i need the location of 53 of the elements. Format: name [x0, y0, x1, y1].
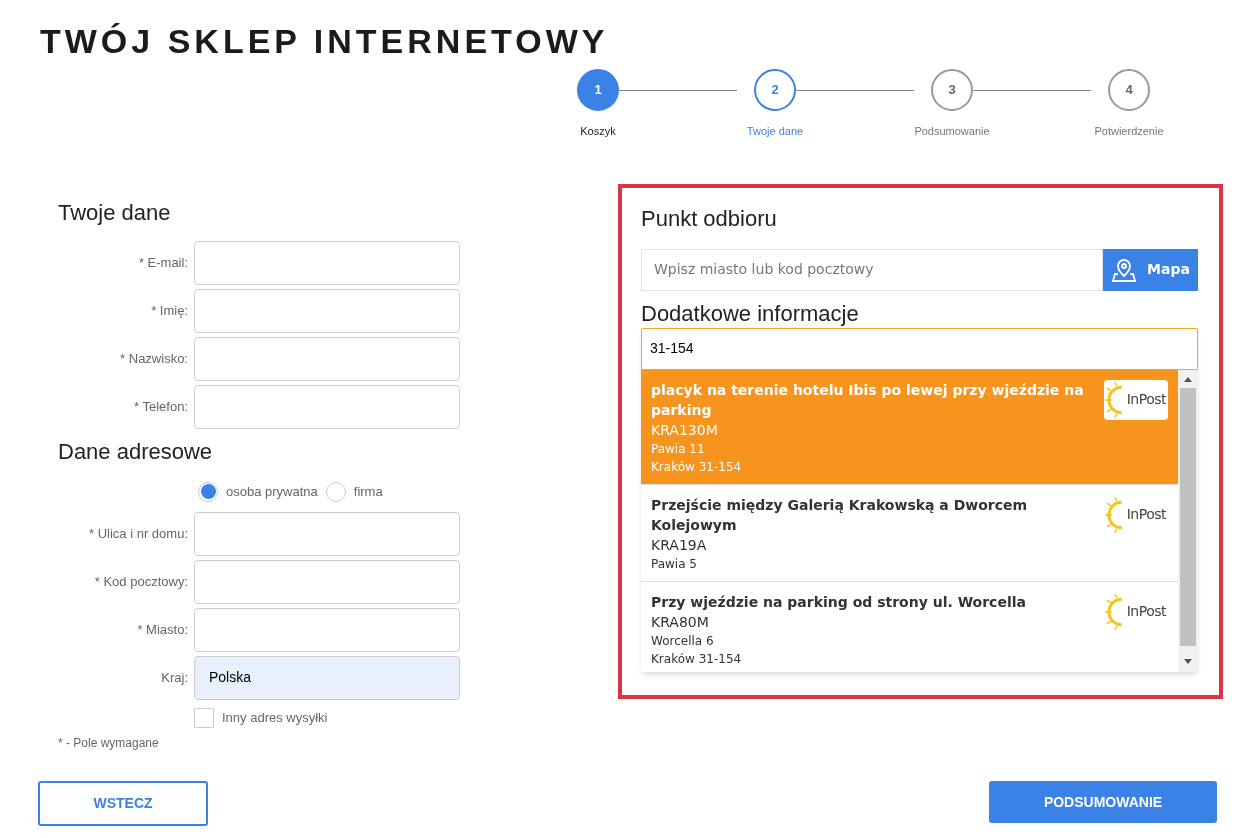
shop-title: TWÓJ SKLEP INTERNETOWY	[40, 21, 609, 62]
point-street: Pawia 11	[651, 440, 706, 458]
input-field[interactable]	[194, 336, 460, 381]
section-heading: Dodatkowe informacje	[641, 300, 860, 327]
step-label: Potwierdzenie	[1094, 124, 1164, 139]
map-button[interactable]: Mapa	[1103, 248, 1198, 291]
input-field[interactable]	[194, 288, 460, 333]
point-street: Pawia 5	[651, 555, 698, 573]
point-city: Kraków 31-154	[651, 458, 743, 476]
field-label: * Imię:	[150, 301, 189, 320]
point-code: KRA19A	[651, 535, 708, 555]
autocomplete-input[interactable]: 31-154	[641, 327, 1198, 370]
scrollbar[interactable]	[1178, 369, 1198, 672]
point-street: Worcella 6	[651, 632, 715, 650]
section-heading: Dane adresowe	[57, 437, 214, 466]
input-field[interactable]	[194, 384, 460, 429]
point-city: Kraków 31-154	[651, 650, 743, 668]
point-code: KRA80M	[651, 612, 710, 632]
section-heading: Punkt odbioru	[641, 204, 778, 233]
section-heading: Twoje dane	[57, 198, 172, 227]
inpost-logo: InPost	[1104, 379, 1168, 420]
pickup-option[interactable]: Przy wjeździe na parking od strony ul. Worcella KRA80M Worcella 6 Kraków 31-154 InPost	[641, 581, 1178, 672]
back-button[interactable]: WSTECZ	[38, 781, 208, 826]
input-field[interactable]	[194, 559, 460, 604]
inpost-logo: InPost	[1104, 591, 1168, 632]
checkbox-option[interactable]: Inny adres wysyłki	[44, 707, 470, 728]
pickup-option[interactable]: placyk na terenie hotelu Ibis po lewej przy wjeździe na parking KRA130M Pawia 11 Kraków 31-154 InPost	[641, 369, 1178, 485]
field-label: Kraj:	[160, 668, 189, 687]
input-field[interactable]: Polska	[194, 655, 460, 700]
point-name: Przejście między Galerią Krakowską a Dworcem Kolejowym	[651, 495, 1029, 535]
inpost-logo: InPost	[1104, 494, 1168, 535]
step-label: Twoje dane	[746, 124, 804, 139]
step-label: Koszyk	[580, 124, 616, 139]
field-label: * Miasto:	[136, 620, 189, 639]
radio-option[interactable]: firma	[325, 481, 383, 502]
point-code: KRA130M	[651, 420, 719, 440]
summary-button[interactable]: PODSUMOWANIE	[989, 781, 1217, 823]
pickup-option[interactable]: Przejście między Galerią Krakowską a Dworcem Kolejowym KRA19A Pawia 5 InPost	[641, 484, 1178, 582]
map-pin-icon	[1111, 256, 1138, 283]
field-label: * Nazwisko:	[119, 349, 189, 368]
input-field[interactable]	[194, 240, 460, 285]
input-field[interactable]	[194, 607, 460, 652]
search-field[interactable]: Wpisz miasto lub kod pocztowy	[641, 248, 1103, 291]
point-name: Przy wjeździe na parking od strony ul. Worcella	[651, 592, 1027, 612]
radio-option[interactable]: osoba prywatna	[198, 481, 318, 502]
step-label: Podsumowanie	[914, 124, 990, 139]
field-label: * Telefon:	[133, 397, 189, 416]
field-label: * E-mail:	[137, 253, 189, 272]
field-label: * Kod pocztowy:	[93, 572, 189, 591]
point-name: placyk na terenie hotelu Ibis po lewej przy wjeździe na parking	[651, 380, 1085, 420]
required-note: * - Pole wymagane	[57, 734, 160, 752]
field-label: * Ulica i nr domu:	[88, 524, 189, 543]
input-field[interactable]	[194, 511, 460, 556]
